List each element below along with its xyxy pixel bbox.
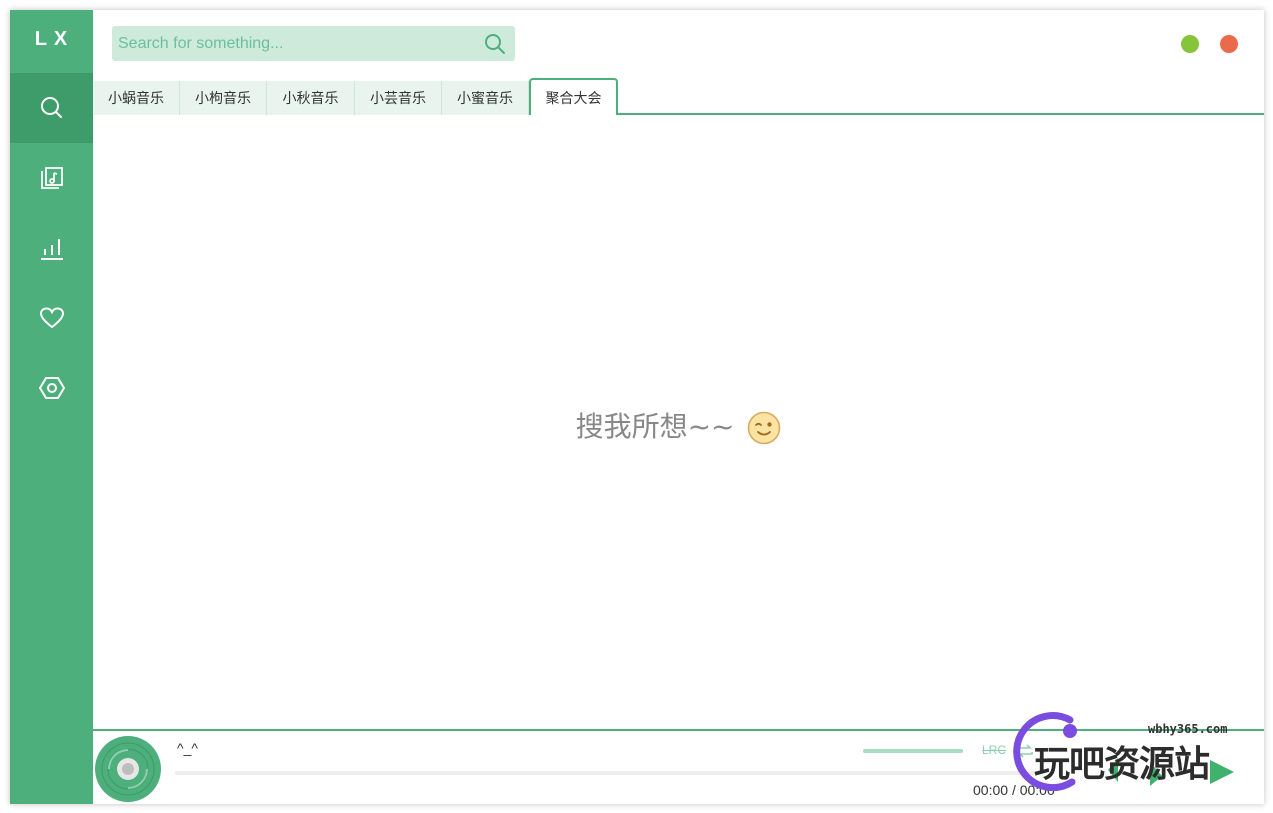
search-box: [112, 26, 515, 61]
sidebar-item-songlist[interactable]: [10, 143, 93, 213]
song-title: ^_^: [177, 740, 198, 756]
loop-icon[interactable]: [1015, 741, 1035, 761]
watermark-url: wbhy365.com: [1148, 722, 1228, 736]
heart-icon: [39, 307, 64, 329]
tab-source-5[interactable]: 小蜜音乐: [442, 81, 529, 115]
empty-search-text: 搜我所想~~: [575, 410, 735, 443]
sidebar-item-favorites[interactable]: [10, 283, 93, 353]
source-tabs: 小蜗音乐 小枸音乐 小秋音乐 小芸音乐 小蜜音乐 聚合大会: [93, 78, 1264, 115]
album-disc-icon[interactable]: [95, 736, 161, 802]
time-separator: /: [1011, 782, 1016, 798]
empty-search-message: 搜我所想~~: [93, 405, 1264, 445]
close-button[interactable]: [1220, 35, 1238, 53]
hexagon-settings-icon: [38, 377, 65, 399]
volume-fill: [863, 749, 963, 753]
sidebar: LX: [10, 10, 93, 804]
wink-emoji-icon: [748, 411, 781, 445]
watermark-text: 玩吧资源站: [1034, 744, 1210, 785]
tab-source-1[interactable]: 小蜗音乐: [93, 81, 180, 115]
tab-source-4[interactable]: 小芸音乐: [355, 81, 442, 115]
search-icon: [40, 97, 62, 118]
music-file-icon: [40, 167, 63, 189]
sidebar-item-search[interactable]: [10, 73, 93, 143]
bar-chart-icon: [40, 239, 63, 260]
minimize-button[interactable]: [1181, 35, 1199, 53]
sidebar-item-leaderboard[interactable]: [10, 213, 93, 283]
search-input[interactable]: [112, 26, 472, 61]
current-time: 00:00: [973, 782, 1009, 798]
app-logo: LX: [34, 28, 75, 50]
progress-bar[interactable]: [175, 771, 1035, 775]
main-panel: 小蜗音乐 小枸音乐 小秋音乐 小芸音乐 小蜜音乐 聚合大会 搜我所想~~: [93, 10, 1264, 804]
lyrics-toggle-button[interactable]: LRC: [982, 743, 1006, 757]
tab-source-2[interactable]: 小枸音乐: [180, 81, 267, 115]
tab-source-aggregate[interactable]: 聚合大会: [529, 78, 618, 115]
app-window: LX Search for something... 小蜗音乐 小枸音乐 小秋音…: [10, 10, 1264, 804]
volume-slider[interactable]: [863, 749, 963, 753]
tab-source-3[interactable]: 小秋音乐: [267, 81, 355, 115]
search-icon[interactable]: [483, 32, 507, 56]
sidebar-item-settings[interactable]: [10, 353, 93, 423]
